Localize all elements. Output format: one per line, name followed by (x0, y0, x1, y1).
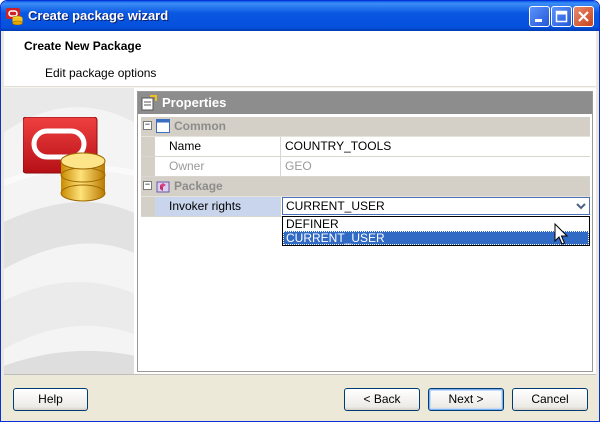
footer-divider (4, 374, 596, 376)
properties-header: Properties (138, 92, 592, 114)
wizard-image-panel (4, 88, 134, 374)
invoker-rights-dropdown-list[interactable]: DEFINER CURRENT_USER (282, 216, 590, 246)
property-value-name[interactable]: COUNTRY_TOOLS (282, 137, 590, 156)
collapse-icon[interactable]: − (143, 121, 152, 130)
maximize-button[interactable] (551, 6, 572, 27)
wizard-header: Create New Package Edit package options (4, 31, 596, 86)
category-common[interactable]: − Common (141, 117, 590, 137)
row-gutter (141, 137, 155, 156)
chevron-down-icon (576, 203, 586, 210)
back-button-label: < Back (363, 392, 401, 406)
help-button-label: Help (38, 392, 63, 406)
category-label: Package (174, 179, 223, 193)
minimize-button[interactable] (529, 6, 550, 27)
minimize-icon (535, 19, 542, 22)
dropdown-option-definer[interactable]: DEFINER (283, 217, 589, 231)
properties-icon (141, 95, 157, 111)
property-row-name[interactable]: Name COUNTRY_TOOLS (141, 137, 590, 157)
title-bar[interactable]: Create package wizard (1, 1, 599, 31)
close-button[interactable] (573, 6, 594, 27)
mouse-pointer-icon (554, 223, 568, 245)
collapse-icon[interactable]: − (143, 181, 152, 190)
property-row-invoker-rights[interactable]: Invoker rights CURRENT_USER DEFINER CURR… (141, 197, 590, 246)
row-gutter (141, 197, 155, 216)
oracle-database-icon (23, 117, 106, 202)
window-title: Create package wizard (28, 8, 169, 23)
back-button[interactable]: < Back (344, 388, 420, 411)
cancel-button-label: Cancel (531, 392, 569, 406)
dropdown-option-current-user[interactable]: CURRENT_USER (283, 231, 589, 245)
help-button[interactable]: Help (13, 388, 88, 411)
invoker-rights-combobox[interactable]: CURRENT_USER (282, 197, 590, 215)
oracle-package-icon (6, 8, 23, 25)
property-name: Owner (155, 157, 281, 176)
next-button-label: Next > (448, 392, 484, 406)
property-value-owner: GEO (285, 159, 312, 173)
maximize-icon (555, 10, 568, 23)
page-title: Create New Package (24, 39, 142, 53)
properties-panel: Properties − Common Name COUNTRY_TOOLS O… (137, 91, 593, 372)
combobox-value: CURRENT_USER (286, 199, 385, 213)
property-name: Invoker rights (155, 197, 281, 216)
next-button[interactable]: Next > (428, 388, 504, 411)
category-box-icon (156, 119, 170, 133)
property-grid[interactable]: − Common Name COUNTRY_TOOLS Owner GEO − … (141, 117, 590, 246)
wizard-body: Properties − Common Name COUNTRY_TOOLS O… (4, 88, 596, 374)
category-package[interactable]: − Package (141, 177, 590, 197)
page-subtitle: Edit package options (45, 66, 157, 80)
dropdown-button[interactable] (573, 198, 589, 214)
cancel-button[interactable]: Cancel (512, 388, 588, 411)
property-name: Name (155, 137, 281, 156)
category-label: Common (174, 119, 226, 133)
package-icon (156, 181, 170, 193)
close-icon (578, 11, 589, 22)
property-row-owner: Owner GEO (141, 157, 590, 177)
wizard-window: Create package wizard Create New Package… (0, 0, 600, 422)
row-gutter (141, 157, 155, 176)
properties-title: Properties (162, 95, 227, 110)
